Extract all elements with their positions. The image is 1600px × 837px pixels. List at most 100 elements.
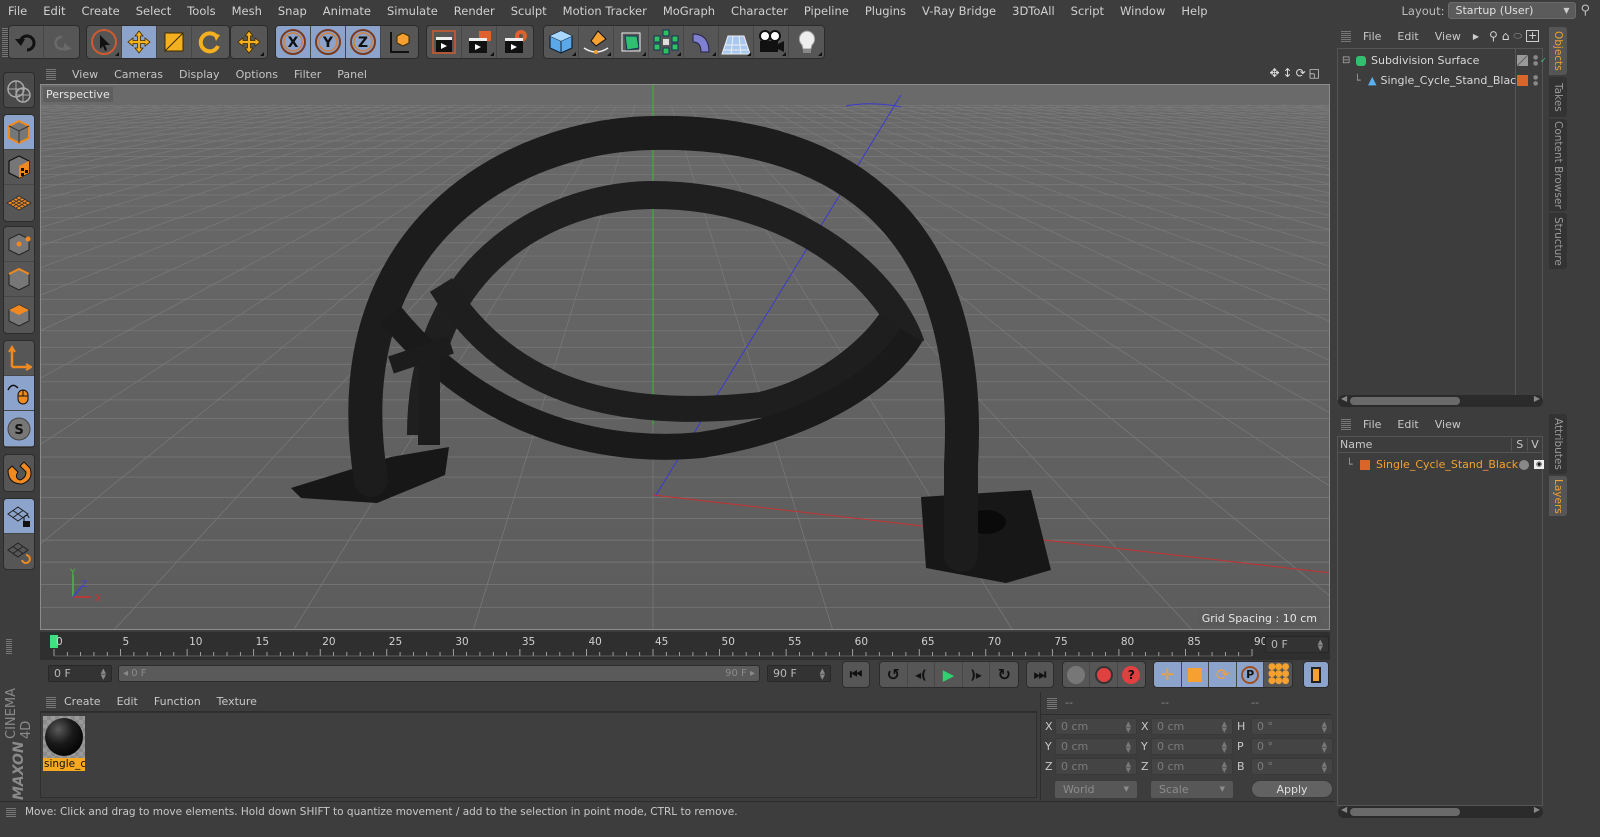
visibility-dots-icon[interactable]: ● ● [1533,54,1538,67]
viewport-menu-panel[interactable]: Panel [329,68,375,81]
viewport-menu-view[interactable]: View [64,68,106,81]
layers-menu-edit[interactable]: Edit [1389,418,1426,431]
toggle-layout-icon[interactable]: ◱ [1309,66,1320,80]
scrollbar-thumb[interactable] [1350,808,1460,816]
key-rotation-button[interactable]: ⟳ [1209,662,1237,687]
layer-row[interactable]: └ Single_Cycle_Stand_Black ◉ [1338,455,1544,474]
layer-color-tag[interactable] [1517,75,1528,86]
timeline-grip[interactable] [6,638,12,654]
record-button[interactable] [1063,662,1091,687]
material-menu-create[interactable]: Create [56,695,109,708]
live-selection-button[interactable] [87,26,122,58]
keyframe-selection-button[interactable]: ? [1118,662,1145,687]
column-name[interactable]: Name [1338,438,1513,451]
viewport-perspective[interactable]: Y Z X Perspective Grid Spacing : 10 cm [40,84,1330,630]
rot-b-field[interactable]: 0 ° ▲ ▼ [1251,758,1333,775]
bend-deformer-button[interactable] [684,26,719,58]
menu-script[interactable]: Script [1063,4,1112,18]
size-z-field[interactable]: 0 cm ▲ ▼ [1151,758,1233,775]
polygons-mode-button[interactable] [4,297,34,332]
prev-frame-button[interactable]: ◂( [908,662,936,687]
undo-button[interactable] [9,26,44,58]
next-key-button[interactable]: ↻ [990,662,1018,687]
max-frame-field[interactable]: 90 F ▲ ▼ [767,665,831,682]
layers-menu-view[interactable]: View [1427,418,1469,431]
visibility-dots-icon[interactable]: ● ● [1533,74,1538,87]
more-menu-icon[interactable]: ▶ [1473,32,1479,41]
menu-help[interactable]: Help [1173,4,1215,18]
size-y-field[interactable]: 0 cm ▲ ▼ [1151,738,1233,755]
render-picture-viewer-button[interactable] [462,26,497,58]
tab-takes[interactable]: Takes [1549,77,1567,117]
model-mode-button[interactable] [4,115,34,150]
light-button[interactable] [789,26,824,58]
scroll-right-icon[interactable]: ▶ [1534,805,1540,814]
material-menu-edit[interactable]: Edit [109,695,146,708]
menu-sculpt[interactable]: Sculpt [503,4,555,18]
rot-p-field[interactable]: 0 ° ▲ ▼ [1251,738,1333,755]
planar-workplane-button[interactable] [4,534,34,569]
coordinate-space-select[interactable]: World ▼ [1055,780,1137,798]
tab-structure[interactable]: Structure [1549,213,1567,269]
eye-visibility-icon[interactable]: ◉ [1534,460,1544,469]
viewport-grip[interactable] [46,68,56,80]
pos-z-field[interactable]: 0 cm ▲ ▼ [1055,758,1137,775]
coords-grip[interactable] [1047,697,1057,709]
size-mode-select[interactable]: Scale ▼ [1151,780,1233,798]
tab-objects[interactable]: Objects [1549,27,1567,75]
coordinate-system-button[interactable] [381,26,416,58]
key-point-level-button[interactable]: ●●● ●●● ●●● [1264,662,1292,687]
collapse-icon[interactable]: ⊟ [1342,55,1356,66]
texture-mode-button[interactable] [4,150,34,185]
prev-key-button[interactable]: ↺ [880,662,908,687]
rotate-button[interactable] [192,26,227,58]
layer-grip[interactable] [1341,418,1351,430]
menu-edit[interactable]: Edit [35,4,73,18]
rot-h-field[interactable]: 0 ° ▲ ▼ [1251,718,1333,735]
next-frame-button[interactable]: )▸ [963,662,991,687]
column-visible[interactable]: V [1528,438,1542,451]
floor-button[interactable] [719,26,754,58]
cube-button[interactable] [544,26,579,58]
dolly-view-icon[interactable]: ↕ [1283,66,1293,80]
viewport-menu-cameras[interactable]: Cameras [106,68,171,81]
key-scale-button[interactable] [1181,662,1210,687]
orbit-view-icon[interactable]: ⟳ [1296,66,1306,80]
menu-character[interactable]: Character [723,4,796,18]
apply-button[interactable]: Apply [1251,780,1333,798]
render-view-button[interactable] [427,26,462,58]
menu-animate[interactable]: Animate [315,4,379,18]
scroll-left-icon[interactable]: ◀ [1341,394,1347,403]
min-frame-field[interactable]: 0 F ▲ ▼ [48,665,112,682]
timeline-ruler[interactable]: 0 5 10 15 20 25 30 35 40 45 50 55 60 65 70 75 80 85 90 [6,632,1330,660]
z-axis-button[interactable]: Z [346,26,381,58]
auto-keyframe-button[interactable] [1090,662,1118,687]
pan-view-icon[interactable]: ✥ [1269,66,1279,80]
new-window-icon[interactable]: + [1525,30,1540,42]
layer-horizontal-scrollbar[interactable]: ◀ ▶ [1338,805,1543,818]
redo-button[interactable] [44,26,79,58]
axis-mode-button[interactable] [4,341,34,376]
material-grip[interactable] [46,696,56,708]
menu-3dtoall[interactable]: 3DToAll [1004,4,1063,18]
menu-snap[interactable]: Snap [270,4,315,18]
column-solo[interactable]: S [1512,438,1529,451]
layer-color-swatch[interactable] [1360,459,1370,470]
menu-vray-bridge[interactable]: V-Ray Bridge [914,4,1004,18]
tweak-mode-button[interactable] [4,376,34,411]
object-name[interactable]: Subdivision Surface [1371,54,1479,67]
menu-file[interactable]: File [0,4,35,18]
pen-spline-button[interactable] [579,26,614,58]
home-icon[interactable]: ⌂ [1502,29,1510,43]
key-parameter-button[interactable]: P [1236,662,1265,687]
menu-pipeline[interactable]: Pipeline [796,4,857,18]
key-position-button[interactable]: ✛ [1154,662,1182,687]
tab-attributes[interactable]: Attributes [1549,414,1567,474]
pos-x-field[interactable]: 0 cm ▲ ▼ [1055,718,1137,735]
scale-button[interactable] [157,26,192,58]
material-item[interactable]: single_c [43,716,85,773]
current-frame-field[interactable]: 0 F ▲ ▼ [1265,636,1329,653]
use-viewport-button[interactable] [4,73,34,107]
deformer-toggle-icon[interactable] [1517,55,1528,66]
layers-menu-file[interactable]: File [1355,418,1389,431]
